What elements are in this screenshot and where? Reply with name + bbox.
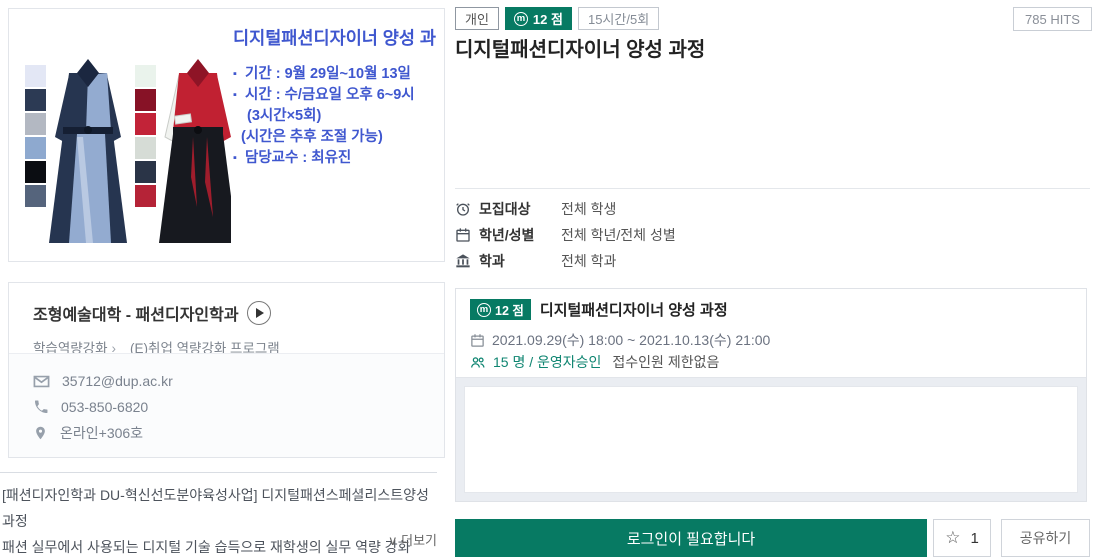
badge-hours: 15시간/5회 (578, 7, 659, 30)
page-title: 디지털패션디자이너 양성 과정 (455, 33, 705, 62)
info-row-target: 모집대상 전체 학생 (455, 196, 1090, 222)
info-value: 전체 학과 (561, 251, 616, 271)
favorite-button[interactable]: ☆ 1 (933, 519, 991, 557)
badge-points-label: 12 점 (495, 300, 524, 319)
bullet-icon: ▪ (233, 64, 245, 85)
department-title: 조형예술대학 - 패션디자인학과 (33, 301, 239, 325)
poster-line: 시간 : 수/금요일 오후 6~9시 (245, 85, 415, 106)
session-capacity-row: 15 명 / 운영자승인 접수인원 제한없음 (470, 351, 1072, 373)
chevron-down-icon: ∨ (388, 533, 398, 548)
coat-illustration-blue (49, 59, 127, 243)
course-poster-card: 디지털패션디자이너 양성 과 ▪기간 : 9월 29일~10월 13일 ▪시간 … (8, 8, 445, 262)
location-icon (33, 425, 48, 441)
contact-row-location: 온라인+306호 (33, 420, 420, 446)
badges-row: 개인 m 12 점 15시간/5회 (455, 7, 659, 30)
swatch-column-red (135, 65, 156, 207)
info-value: 전체 학생 (561, 199, 616, 219)
phone-icon (33, 399, 49, 415)
calendar-icon (455, 227, 471, 243)
poster-title: 디지털패션디자이너 양성 과 (233, 25, 445, 50)
info-row-grade-gender: 학년/성별 전체 학년/전체 성별 (455, 222, 1090, 248)
bullet-icon: ▪ (233, 148, 245, 169)
badge-mileage-points: m 12 점 (470, 299, 531, 320)
poster-line: (시간은 추후 조절 가능) (241, 127, 383, 148)
info-label: 학과 (479, 251, 561, 271)
divider (455, 188, 1090, 189)
badge-points-label: 12 점 (533, 9, 563, 28)
contact-row-phone: 053-850-6820 (33, 394, 420, 420)
share-button[interactable]: 공유하기 (1001, 519, 1090, 557)
calendar-icon (470, 333, 485, 348)
session-capacity-note: 접수인원 제한없음 (612, 352, 719, 372)
poster-text-block: 디지털패션디자이너 양성 과 ▪기간 : 9월 29일~10월 13일 ▪시간 … (233, 25, 445, 169)
course-detail-page: 디지털패션디자이너 양성 과 ▪기간 : 9월 29일~10월 13일 ▪시간 … (0, 0, 1097, 557)
session-period-row: 2021.09.29(수) 18:00 ~ 2021.10.13(수) 21:0… (470, 329, 1072, 351)
favorite-count: 1 (970, 530, 978, 547)
hits-counter: 785 HITS (1013, 7, 1092, 31)
play-button[interactable] (247, 301, 271, 325)
info-label: 모집대상 (479, 199, 561, 219)
divider (0, 472, 437, 473)
info-label: 학년/성별 (479, 225, 561, 245)
poster-line: 기간 : 9월 29일~10월 13일 (245, 64, 411, 85)
bullet-icon: ▪ (233, 85, 245, 106)
play-icon (256, 308, 264, 318)
info-value: 전체 학년/전체 성별 (561, 225, 676, 245)
badge-course-type: 개인 (455, 7, 499, 30)
fashion-illustration (23, 19, 231, 255)
mail-icon (33, 373, 50, 390)
badge-mileage-points: m 12 점 (505, 7, 572, 30)
contact-location: 온라인+306호 (60, 423, 143, 443)
info-row-department: 학과 전체 학과 (455, 248, 1090, 274)
poster-line: (3시간×5회) (247, 106, 321, 127)
department-card: 조형예술대학 - 패션디자인학과 학습역량강화›(E)취업 역량강화 프로그램 … (8, 282, 445, 458)
login-required-button[interactable]: 로그인이 필요합니다 (455, 519, 927, 557)
show-more-button[interactable]: ∨ 더보기 (388, 533, 437, 548)
contact-section: 35712@dup.ac.kr 053-850-6820 온라인+306호 (9, 353, 444, 457)
contact-row-email: 35712@dup.ac.kr (33, 368, 420, 394)
mileage-icon: m (514, 12, 528, 26)
contact-phone: 053-850-6820 (61, 399, 148, 415)
show-more-label: 더보기 (401, 533, 437, 548)
session-body (456, 377, 1086, 501)
star-icon: ☆ (945, 528, 960, 548)
swatch-column-blue (25, 65, 46, 207)
coat-illustration-red (159, 59, 231, 243)
contact-email: 35712@dup.ac.kr (62, 373, 173, 389)
description-line: [패션디자인학과 DU-혁신선도분야육성사업] 디지털패션스페셜리스트양성과정 (2, 482, 438, 534)
bank-icon (455, 253, 471, 269)
session-capacity: 15 명 / 운영자승인 (493, 352, 601, 372)
people-icon (470, 355, 486, 370)
session-body-content (464, 386, 1078, 493)
course-info-list: 모집대상 전체 학생 학년/성별 전체 학년/전체 성별 학과 전체 학과 (455, 196, 1090, 274)
session-period: 2021.09.29(수) 18:00 ~ 2021.10.13(수) 21:0… (492, 330, 770, 350)
session-title: 디지털패션디자이너 양성 과정 (540, 299, 728, 320)
poster-line: 담당교수 : 최유진 (245, 148, 351, 169)
mileage-icon: m (477, 303, 491, 317)
session-panel: m 12 점 디지털패션디자이너 양성 과정 2021.09.29(수) 18:… (455, 288, 1087, 502)
target-icon (455, 201, 471, 217)
